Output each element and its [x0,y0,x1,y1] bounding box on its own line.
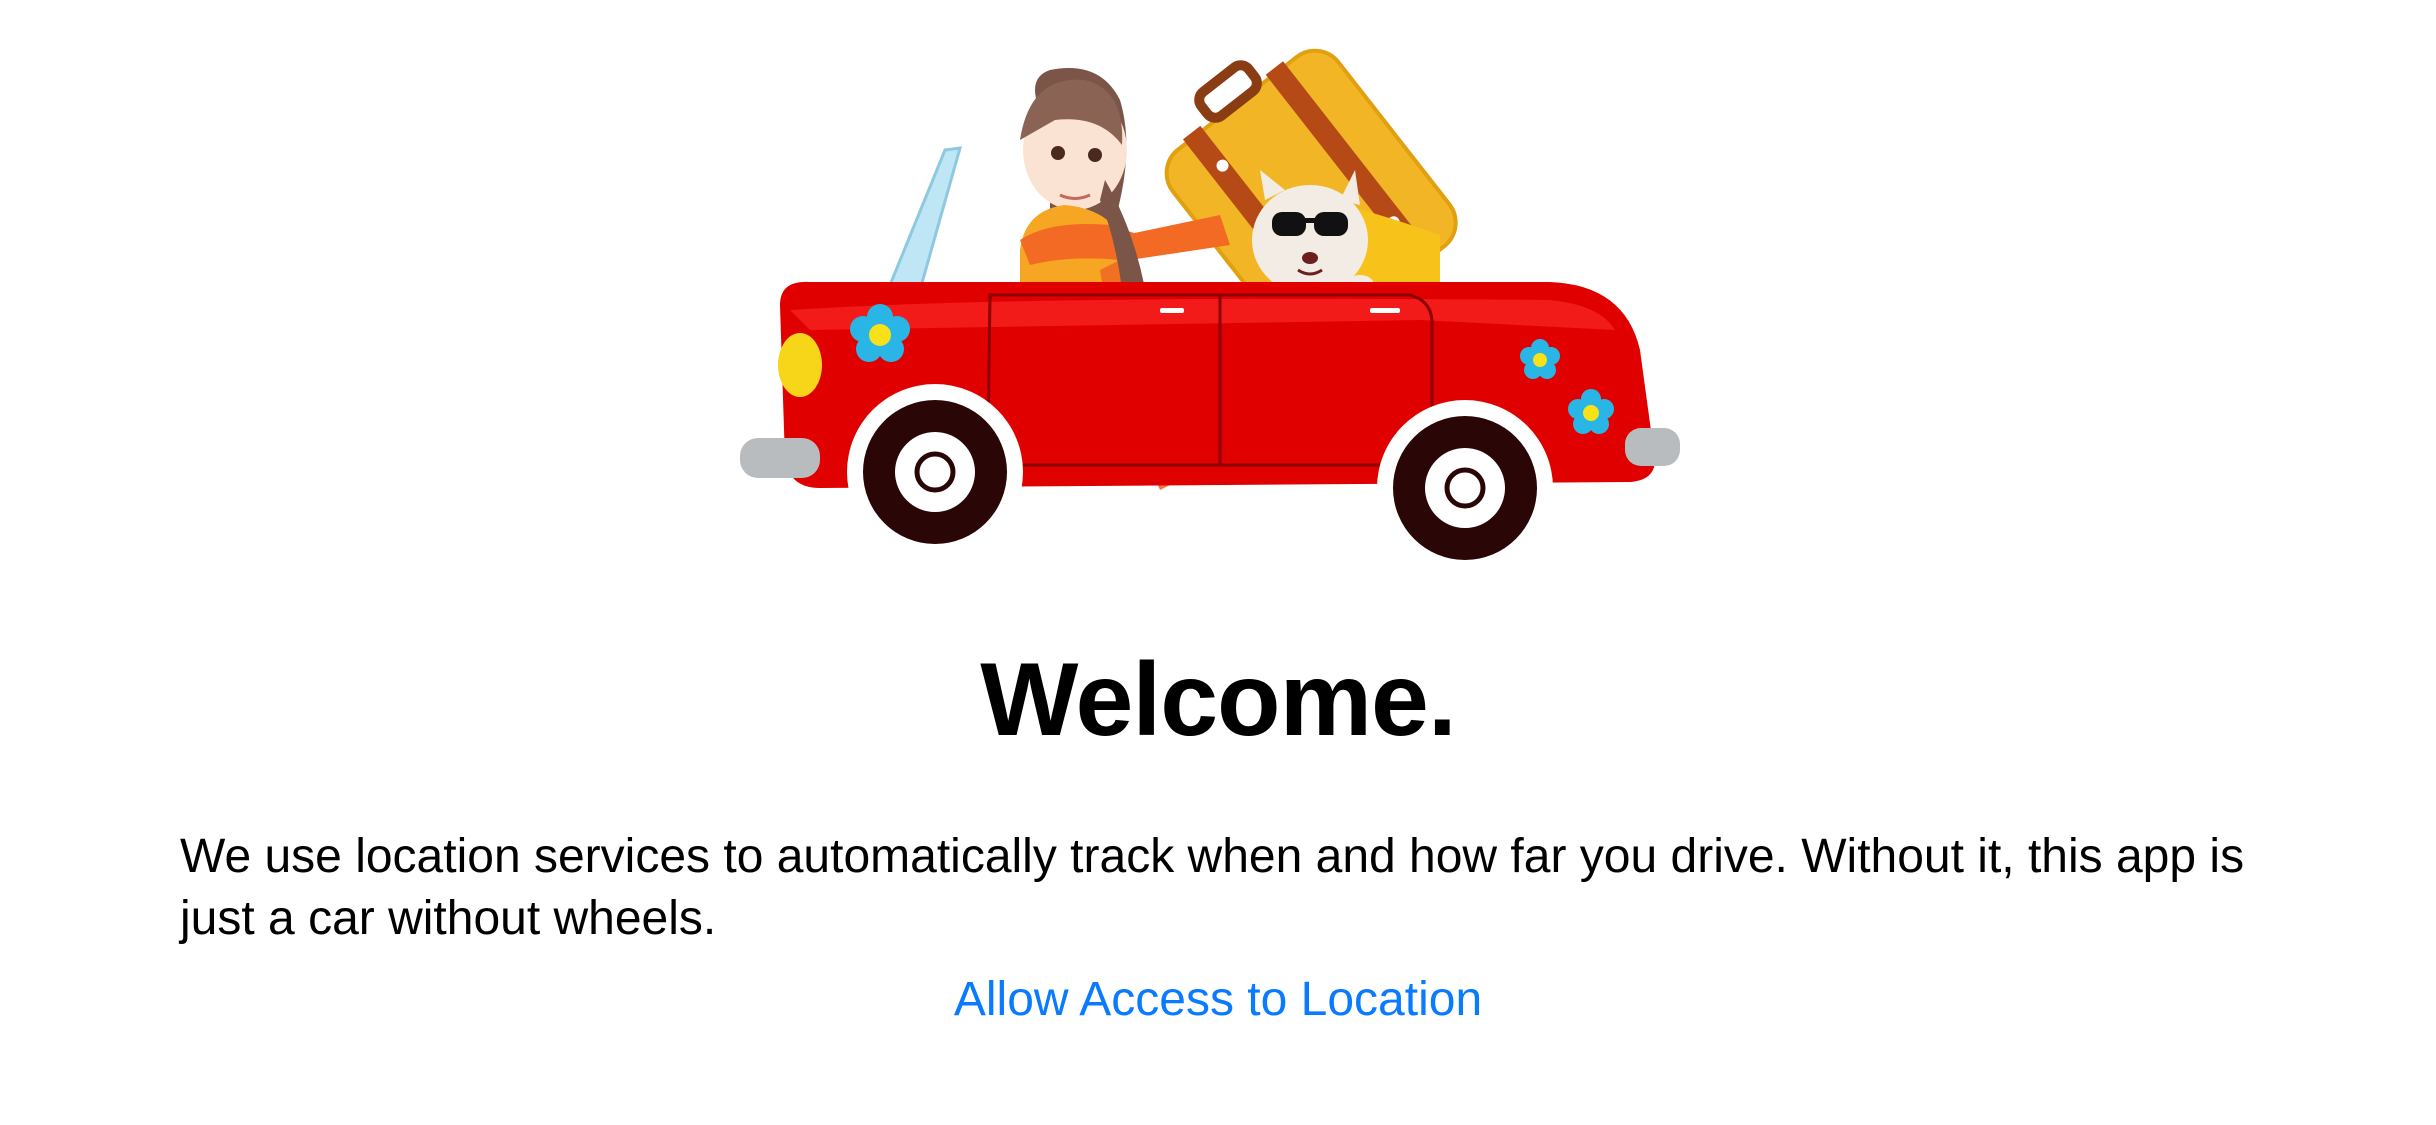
windshield [887,146,963,292]
allow-location-access-button[interactable]: Allow Access to Location [0,970,2436,1030]
welcome-title: Welcome. [980,642,1457,758]
dog-icon [1252,170,1374,295]
location-explanation-text: We use location services to automaticall… [180,830,2245,945]
car-with-girl-and-dog-illustration [720,20,1710,580]
